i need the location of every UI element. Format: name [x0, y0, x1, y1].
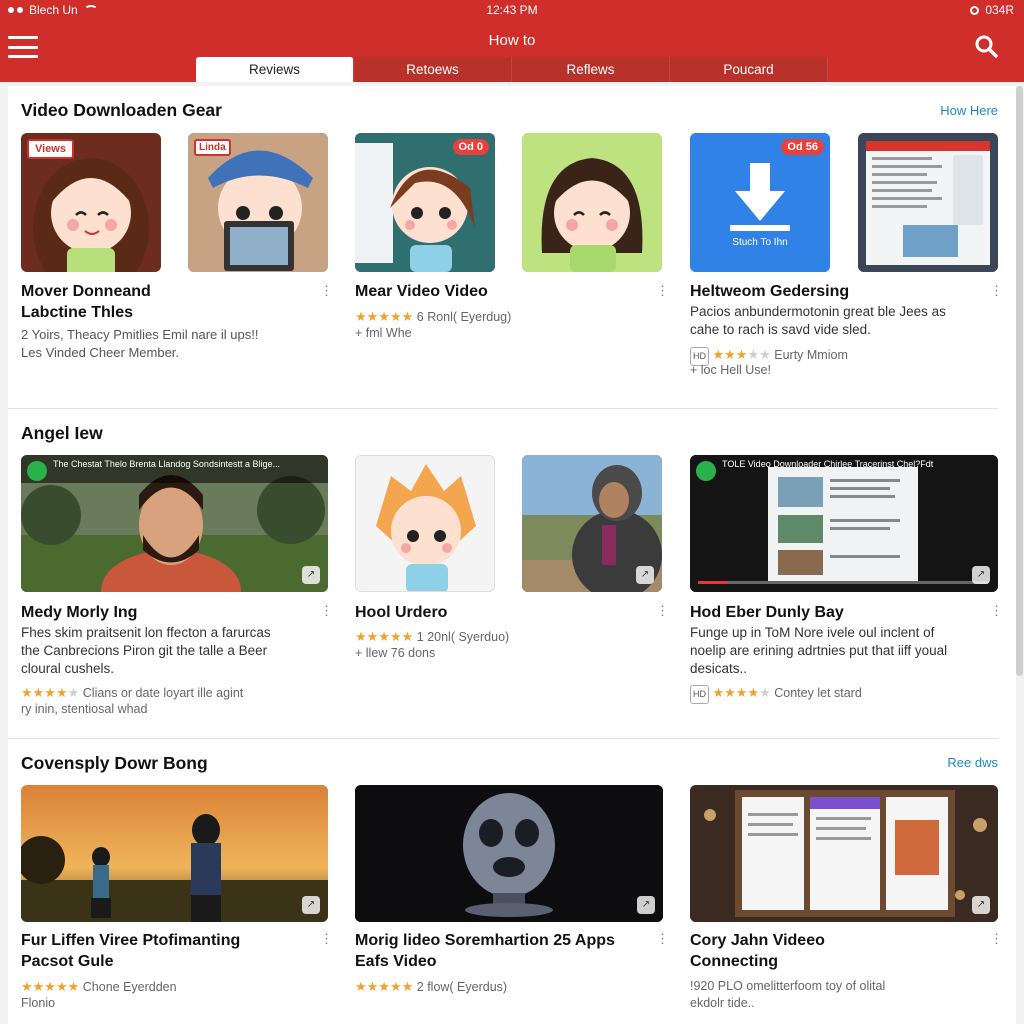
card-title[interactable]: Mear Video Video — [355, 281, 488, 302]
video-thumbnail[interactable] — [858, 133, 998, 272]
star-rating: ★★★★★ — [355, 309, 414, 324]
card-description: Pacios anbundermotonin great ble Jees as… — [690, 304, 946, 337]
video-thumbnail[interactable]: Views — [21, 133, 161, 272]
section-title: Angel Iew — [21, 423, 103, 443]
tab-reflews[interactable]: Reflews — [512, 57, 670, 82]
robot-head-image — [355, 785, 663, 922]
expand-icon[interactable]: ↗ — [972, 896, 990, 914]
star-rating: ★★★★★ — [21, 685, 80, 700]
thumbnail-badge: Linda — [194, 139, 231, 156]
play-icon — [27, 461, 47, 481]
tab-reviews[interactable]: Reviews — [196, 57, 354, 82]
tab-poucard[interactable]: Poucard — [670, 57, 828, 82]
card-title[interactable]: Hod Eber Dunly Bay — [690, 602, 844, 623]
card-title[interactable]: Morig lideo Soremhartion 25 Apps Eafs Vi… — [355, 930, 615, 972]
star-rating: ★★★★★ — [21, 979, 80, 994]
video-thumbnail[interactable] — [355, 455, 495, 592]
thumbnail-badge: Od 56 — [781, 139, 824, 155]
card-description: 2 Yoirs, Theacy Pmitlies Emil nare il up… — [21, 327, 259, 360]
more-options-icon[interactable]: ⋮ — [320, 931, 333, 947]
status-bar: Blech Un 12:43 PM 034R — [0, 0, 1024, 20]
card-title[interactable]: Cory Jahn Videeo Connecting — [690, 930, 825, 972]
phone-screens-illustration — [690, 785, 998, 922]
more-options-icon[interactable]: ⋮ — [990, 931, 1003, 947]
card-meta: + llew 76 dons — [355, 646, 436, 660]
card-meta: + fml Whe — [355, 326, 412, 340]
section-divider — [8, 408, 998, 409]
rating-row: ★★★★★ Clians or date loyart ille agint — [21, 685, 244, 700]
sunset-silhouette-image — [21, 785, 328, 922]
rating-row: ★★★★★ Chone Eyerdden — [21, 979, 177, 994]
video-overlay-title: TOLE Video Downloader Chirlee Tracerinst… — [722, 459, 934, 469]
video-thumbnail[interactable]: ↗ — [355, 785, 663, 922]
video-thumbnail[interactable] — [522, 133, 662, 272]
app-header: Blech Un 12:43 PM 034R How to Reviews Re… — [0, 0, 1024, 82]
card-title[interactable]: Fur Liffen Viree Ptofimanting Pacsot Gul… — [21, 930, 240, 972]
thumbnail-caption: Stuch To Ihn — [732, 237, 788, 248]
video-thumbnail[interactable]: Od 56 Stuch To Ihn — [690, 133, 830, 272]
more-options-icon[interactable]: ⋮ — [656, 603, 669, 619]
thumbnail-badge: Od 0 — [452, 139, 489, 155]
more-options-icon[interactable]: ⋮ — [990, 603, 1003, 619]
card-description: Funge up in ToM Nore ivele oul inclent o… — [690, 625, 948, 676]
tab-retoews[interactable]: Retoews — [354, 57, 512, 82]
star-rating: ★★★★★ — [712, 347, 771, 362]
page-title: How to — [488, 32, 536, 49]
alarm-icon — [970, 5, 980, 15]
scrollbar[interactable] — [1016, 86, 1023, 676]
expand-icon[interactable]: ↗ — [972, 566, 990, 584]
expand-icon[interactable]: ↗ — [302, 896, 320, 914]
tab-bar: Reviews Retoews Reflews Poucard — [196, 57, 828, 82]
battery-label: 034R — [985, 3, 1014, 17]
rating-row: ★★★★★ 1 20nl( Syerduo) — [355, 629, 510, 644]
more-options-icon[interactable]: ⋮ — [320, 283, 333, 299]
section-title: Video Downloaden Gear — [21, 100, 222, 120]
more-options-icon[interactable]: ⋮ — [656, 283, 669, 299]
section-link[interactable]: Ree dws — [947, 755, 998, 770]
more-options-icon[interactable]: ⋮ — [656, 931, 669, 947]
video-thumbnail[interactable]: Linda — [188, 133, 328, 272]
card-title[interactable]: Hool Urdero — [355, 602, 447, 623]
video-thumbnail[interactable]: ↗ — [21, 785, 328, 922]
more-options-icon[interactable]: ⋮ — [990, 283, 1003, 299]
rating-row: HD ★★★★★ Contey let stard — [690, 684, 862, 704]
search-icon[interactable] — [974, 34, 998, 58]
rating-row: ★★★★★ 2 flow( Eyerdus) — [355, 979, 508, 994]
expand-icon[interactable]: ↗ — [637, 896, 655, 914]
status-time: 12:43 PM — [486, 3, 538, 17]
star-rating: ★★★★★ — [355, 979, 414, 994]
card-meta: + loc Hell Use! — [690, 363, 771, 377]
card-title[interactable]: Medy Morly Ing — [21, 602, 137, 623]
star-rating: ★★★★★ — [355, 629, 414, 644]
expand-icon[interactable]: ↗ — [636, 566, 654, 584]
expand-icon[interactable]: ↗ — [302, 566, 320, 584]
star-rating: ★★★★★ — [712, 685, 771, 700]
play-icon — [696, 461, 716, 481]
card-meta: Flonio — [21, 996, 56, 1010]
video-thumbnail[interactable]: ↗ — [690, 785, 998, 922]
views-badge: Views — [27, 139, 74, 159]
cartoon-character-illustration — [356, 456, 494, 591]
cartoon-girl-illustration — [522, 133, 662, 272]
card-description: Fhes skim praitsenit lon ffecton a farur… — [21, 625, 271, 676]
video-thumbnail[interactable]: The Chestat Thelo Brenta Llandog Sondsin… — [21, 455, 328, 592]
video-thumbnail[interactable]: Od 0 — [355, 133, 495, 272]
video-thumbnail[interactable]: ↗ — [522, 455, 662, 592]
section-link[interactable]: How Here — [940, 103, 998, 118]
card-description: !920 PLO omelitterfoom toy of olital ekd… — [690, 979, 886, 1010]
more-options-icon[interactable]: ⋮ — [320, 603, 333, 619]
rating-row: ★★★★★ 6 Ronl( Eyerdug) — [355, 309, 512, 324]
card-meta: ry inin, stentiosal whad — [21, 702, 148, 716]
app-screenshot-illustration — [690, 455, 998, 592]
card-title[interactable]: Heltweom Gedersing — [690, 281, 849, 302]
chip-icon: HD — [690, 685, 709, 704]
section-title: Covensply Dowr Bong — [21, 753, 208, 773]
card-title[interactable]: Mover Donneand Labctine Thles — [21, 281, 151, 323]
video-thumbnail[interactable]: TOLE Video Downloader Chirlee Tracerinst… — [690, 455, 998, 592]
video-overlay-title: The Chestat Thelo Brenta Llandog Sondsin… — [53, 459, 280, 469]
app-screenshot-illustration — [858, 133, 998, 272]
section-divider — [8, 738, 998, 739]
